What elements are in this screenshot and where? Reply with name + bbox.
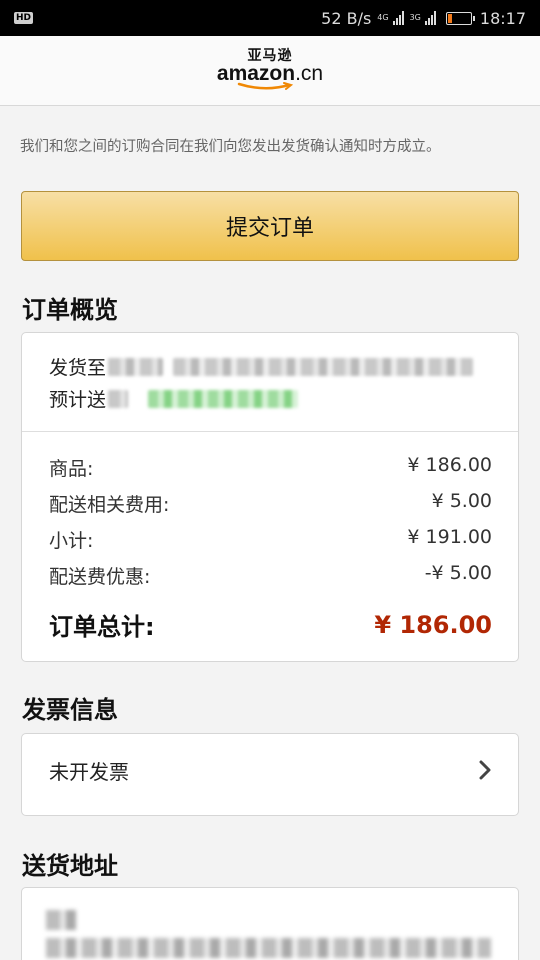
redacted-name [46,910,76,930]
discount-row: 配送费优惠: -¥ 5.00 [49,562,492,589]
invoice-card[interactable]: 未开发票 [21,733,519,816]
submit-order-button[interactable]: 提交订单 [21,191,519,261]
redacted-text [173,357,474,376]
total-value: ¥ 186.00 [374,610,492,639]
network-type-4g: 4G [377,13,389,22]
divider [22,431,518,432]
address-title: 送货地址 [22,852,118,880]
order-summary-title: 订单概览 [22,296,118,324]
ship-to-row: 发货至 [49,353,474,380]
discount-value: -¥ 5.00 [424,562,492,584]
signal-icon-2 [424,11,436,25]
eta-label: 预计送 [49,389,107,411]
hd-badge: HD [14,12,34,24]
invoice-value: 未开发票 [49,760,129,784]
redacted-address [46,938,491,958]
network-type-3g: 3G [409,13,421,22]
total-row: 订单总计: ¥ 186.00 [49,607,492,642]
signal-icon [392,11,404,25]
battery-level [447,13,453,23]
items-label: 商品: [49,458,94,480]
logo-english: amazon.cn [216,62,324,85]
address-card[interactable] [21,887,519,960]
subtotal-row: 小计: ¥ 191.00 [49,526,492,553]
logo-chinese: 亚马逊 [247,48,293,64]
clock: 18:17 [479,8,526,28]
chevron-right-icon [479,760,491,780]
discount-label: 配送费优惠: [49,566,151,588]
order-summary-card[interactable]: 发货至 预计送 商品: ¥ 186.00 配送相关费用: ¥ 5.00 小计: … [21,332,519,662]
eta-row: 预计送 [49,385,299,412]
shipping-row: 配送相关费用: ¥ 5.00 [49,490,492,517]
status-bar: HD 52 B/s 4G 3G 18:17 [0,0,540,36]
redacted-delivery-date [148,389,299,408]
battery-icon [445,11,475,25]
redacted-text [108,389,129,408]
items-row: 商品: ¥ 186.00 [49,454,492,481]
ship-to-label: 发货至 [49,357,107,379]
network-speed: 52 B/s [321,8,372,28]
app-header: 亚马逊 amazon.cn [0,36,540,106]
redacted-text [108,357,164,376]
amazon-cn-logo[interactable]: 亚马逊 amazon.cn [217,49,323,92]
shipping-label: 配送相关费用: [49,494,170,516]
subtotal-label: 小计: [49,530,94,552]
total-label: 订单总计: [49,613,155,641]
subtotal-value: ¥ 191.00 [407,526,492,548]
items-value: ¥ 186.00 [407,454,492,476]
contract-notice: 我们和您之间的订购合同在我们向您发出发货确认通知时方成立。 [20,139,441,155]
invoice-title: 发票信息 [22,696,118,724]
shipping-value: ¥ 5.00 [431,490,492,512]
